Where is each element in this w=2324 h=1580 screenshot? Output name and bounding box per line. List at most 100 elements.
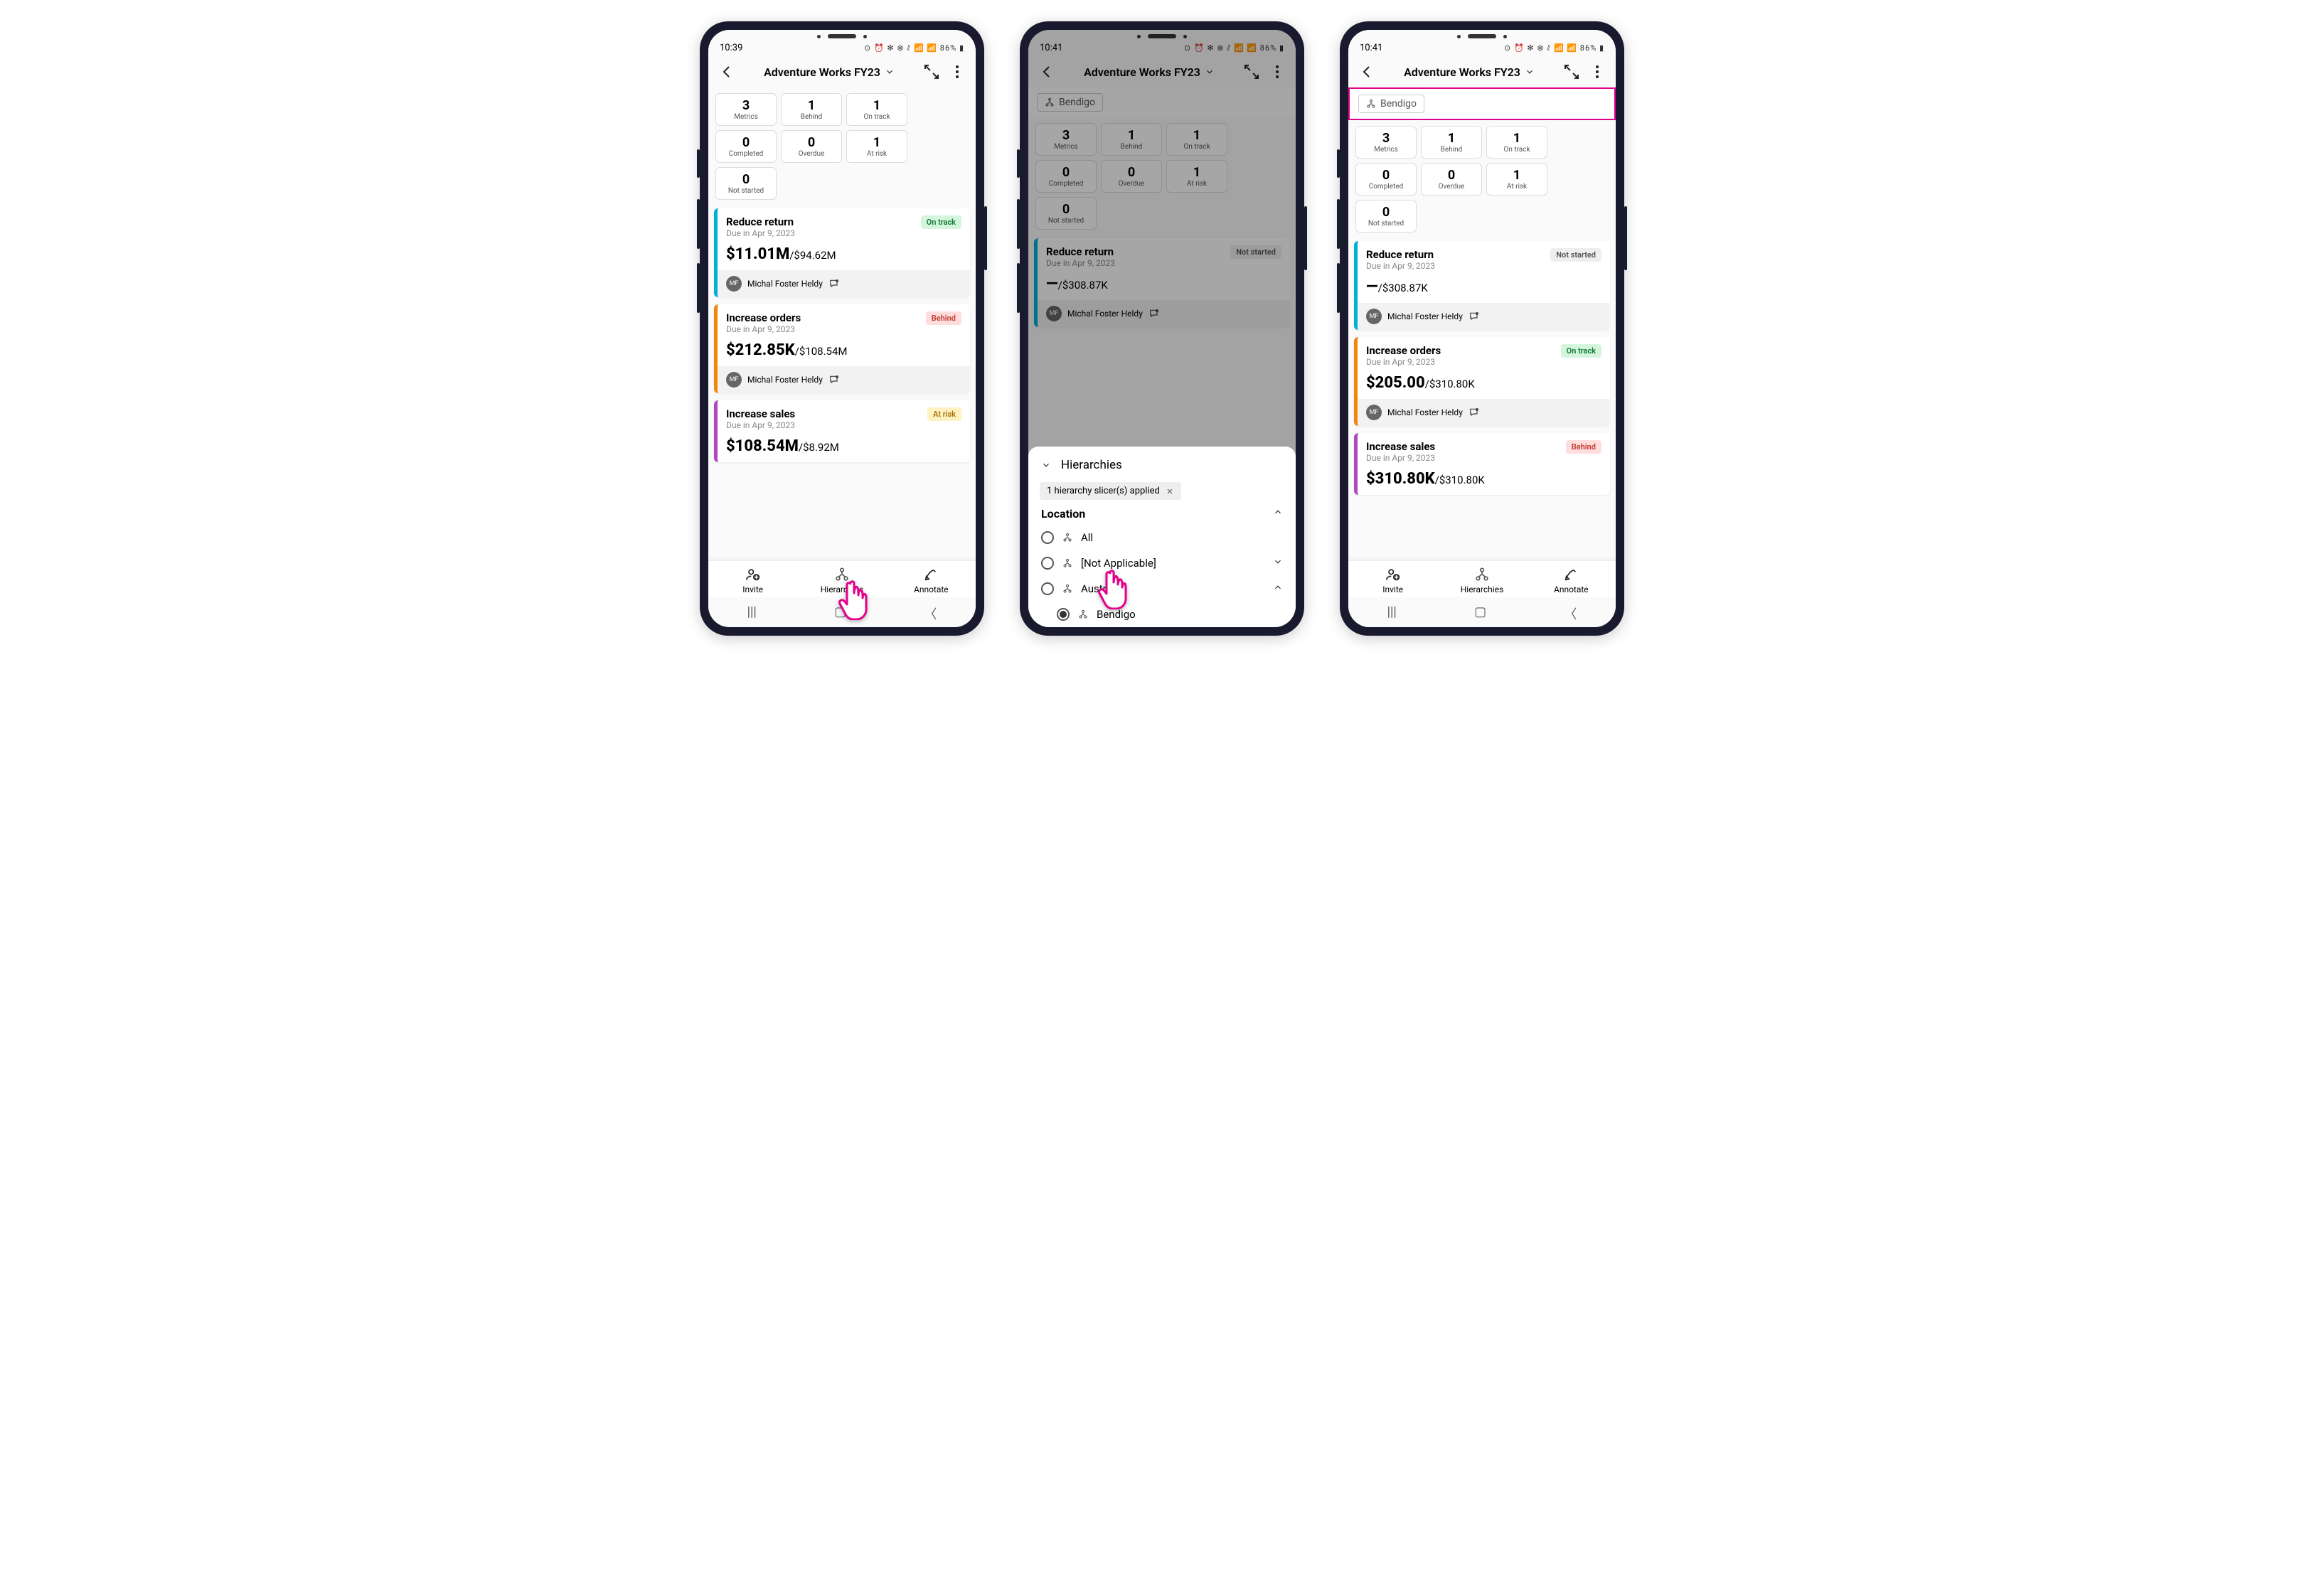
owner-avatar: MF <box>1366 309 1382 324</box>
card-due: Due in Apr 9, 2023 <box>1366 261 1435 271</box>
value-target: /$8.92M <box>799 441 839 454</box>
chat-icon[interactable] <box>1469 407 1480 418</box>
chat-icon[interactable] <box>1469 311 1480 322</box>
summary-tile[interactable]: 0 Overdue <box>781 130 842 163</box>
back-button[interactable] <box>1358 63 1375 80</box>
tile-label: Behind <box>1424 146 1478 154</box>
value-current: $11.01M <box>726 245 789 263</box>
applied-slicer-chip[interactable]: 1 hierarchy slicer(s) applied <box>1040 482 1181 500</box>
header-title-dropdown[interactable]: Adventure Works FY23 <box>1384 65 1555 79</box>
toolbar-hierarchies[interactable]: Hierarchies <box>1437 567 1526 594</box>
card-due: Due in Apr 9, 2023 <box>726 420 795 430</box>
card-value: —/$308.87K <box>1358 275 1610 303</box>
toolbar-annotate[interactable]: Annotate <box>1527 567 1616 594</box>
hierarchy-option[interactable]: [Not Applicable] <box>1028 550 1296 576</box>
nav-recent[interactable]: ||| <box>747 604 757 623</box>
tile-number: 0 <box>784 135 838 150</box>
more-button[interactable] <box>949 63 966 80</box>
invite-icon <box>708 567 797 585</box>
filter-chip[interactable]: Bendigo <box>1358 95 1424 113</box>
metric-card[interactable]: Increase sales Due in Apr 9, 2023 At ris… <box>714 400 970 462</box>
summary-tile[interactable]: 0 Not started <box>1355 200 1417 233</box>
owner-name: Michal Foster Heldy <box>1387 311 1463 321</box>
system-nav-bar: ||| ▢ 〈 <box>1348 597 1616 627</box>
tile-number: 3 <box>719 98 773 113</box>
clock-time: 10:39 <box>720 43 742 53</box>
nav-back[interactable]: 〈 <box>924 604 937 623</box>
tile-number: 0 <box>719 172 773 187</box>
summary-tile[interactable]: 0 Overdue <box>1421 163 1482 196</box>
filter-chip-bar: Bendigo <box>1348 87 1616 120</box>
value-target: /$108.54M <box>795 345 848 358</box>
radio-button[interactable] <box>1041 531 1054 544</box>
toolbar-annotate[interactable]: Annotate <box>887 567 976 594</box>
card-footer: MF Michal Foster Heldy <box>718 270 970 297</box>
tile-number: 0 <box>1359 205 1413 220</box>
expand-icon[interactable] <box>1273 582 1283 595</box>
status-badge: On track <box>1561 344 1601 358</box>
summary-tile[interactable]: 1 Behind <box>1421 126 1482 159</box>
tile-label: At risk <box>1490 183 1544 191</box>
close-icon[interactable] <box>1166 487 1174 496</box>
metric-card[interactable]: Increase orders Due in Apr 9, 2023 Behin… <box>714 304 970 393</box>
card-footer: MF Michal Foster Heldy <box>1358 303 1610 330</box>
bottom-toolbar: Invite Hierarchies Annotate <box>1348 560 1616 597</box>
hierarchy-option[interactable]: Australia <box>1028 576 1296 602</box>
summary-tile[interactable]: 3 Metrics <box>1355 126 1417 159</box>
summary-tile[interactable]: 0 Completed <box>1355 163 1417 196</box>
expand-icon[interactable] <box>1273 557 1283 570</box>
summary-tile[interactable]: 1 Behind <box>781 93 842 126</box>
card-due: Due in Apr 9, 2023 <box>1366 453 1435 463</box>
header-title-dropdown[interactable]: Adventure Works FY23 <box>744 65 915 79</box>
hierarchy-icon <box>1062 558 1072 568</box>
summary-tile[interactable]: 1 On track <box>846 93 907 126</box>
chat-icon[interactable] <box>828 278 840 289</box>
value-current: $310.80K <box>1366 470 1435 488</box>
tile-label: On track <box>1490 146 1544 154</box>
metrics-list[interactable]: Reduce return Due in Apr 9, 2023 Not sta… <box>1348 238 1616 560</box>
tile-number: 1 <box>1424 131 1478 146</box>
status-badge: On track <box>921 215 961 229</box>
metric-card[interactable]: Increase sales Due in Apr 9, 2023 Behind… <box>1354 433 1610 495</box>
tile-number: 1 <box>850 98 904 113</box>
chat-icon[interactable] <box>828 374 840 385</box>
card-value: $212.85K/$108.54M <box>718 338 970 366</box>
value-target: /$308.87K <box>1378 282 1428 294</box>
page-title: Adventure Works FY23 <box>764 65 880 79</box>
chip-label: Bendigo <box>1380 98 1417 110</box>
summary-tile[interactable]: 1 At risk <box>1486 163 1547 196</box>
more-button[interactable] <box>1589 63 1606 80</box>
summary-tile[interactable]: 1 On track <box>1486 126 1547 159</box>
summary-tile[interactable]: 0 Not started <box>715 167 777 200</box>
radio-button[interactable] <box>1041 557 1054 570</box>
tile-number: 0 <box>1359 168 1413 183</box>
card-title: Reduce return <box>726 215 795 228</box>
radio-button[interactable] <box>1041 582 1054 595</box>
hierarchy-icon <box>1366 99 1376 109</box>
hierarchy-option[interactable]: Bendigo <box>1028 602 1296 627</box>
card-due: Due in Apr 9, 2023 <box>726 324 801 334</box>
nav-recent[interactable]: ||| <box>1387 604 1397 623</box>
invite-icon <box>1348 567 1437 585</box>
back-button[interactable] <box>718 63 735 80</box>
app-header: Adventure Works FY23 <box>708 56 976 87</box>
nav-home[interactable]: ▢ <box>1474 604 1486 623</box>
expand-button[interactable] <box>923 63 940 80</box>
toolbar-invite[interactable]: Invite <box>708 567 797 594</box>
expand-button[interactable] <box>1563 63 1580 80</box>
hierarchy-icon <box>1062 584 1072 594</box>
summary-tile[interactable]: 1 At risk <box>846 130 907 163</box>
metric-card[interactable]: Reduce return Due in Apr 9, 2023 Not sta… <box>1354 241 1610 330</box>
metric-card[interactable]: Reduce return Due in Apr 9, 2023 On trac… <box>714 208 970 297</box>
section-header[interactable]: Location <box>1028 503 1296 525</box>
radio-button[interactable] <box>1057 608 1070 621</box>
metric-card[interactable]: Increase orders Due in Apr 9, 2023 On tr… <box>1354 337 1610 426</box>
nav-back[interactable]: 〈 <box>1564 604 1577 623</box>
hierarchy-option[interactable]: All <box>1028 525 1296 550</box>
summary-tile[interactable]: 0 Completed <box>715 130 777 163</box>
metrics-list[interactable]: Reduce return Due in Apr 9, 2023 On trac… <box>708 205 976 560</box>
toolbar-invite[interactable]: Invite <box>1348 567 1437 594</box>
summary-tile[interactable]: 3 Metrics <box>715 93 777 126</box>
sheet-header[interactable]: Hierarchies <box>1028 457 1296 479</box>
tile-label: On track <box>850 113 904 121</box>
